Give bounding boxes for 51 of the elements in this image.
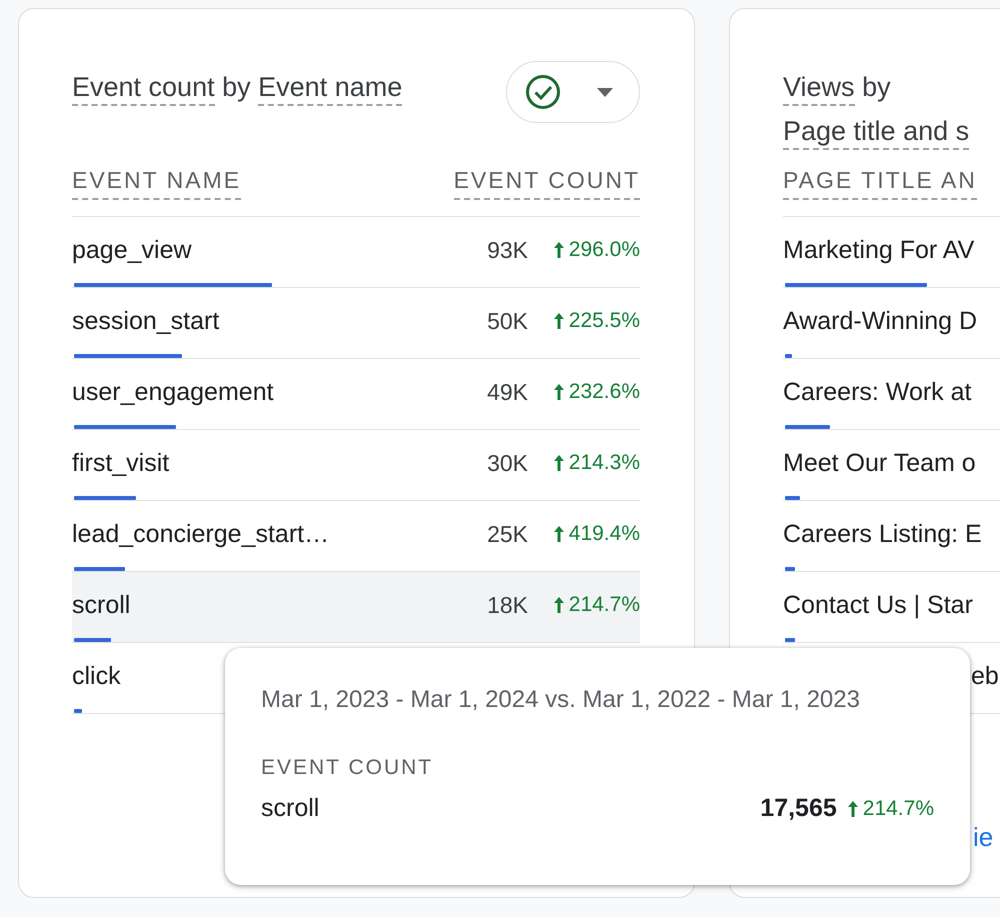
title-joiner: by [222,72,251,102]
change-value: 214.7% [528,593,640,617]
change-value: 419.4% [528,522,640,546]
arrow-up-icon [552,312,565,330]
row-label: Marketing For AV [783,236,974,264]
column-header[interactable]: EVENT NAME [72,167,242,200]
check-circle-icon [525,74,561,110]
arrow-up-icon [552,241,565,259]
row-label: Careers Listing: E [783,520,982,548]
caret-icon [597,88,613,96]
count-value: 93K [486,236,528,264]
count-value: 18K [486,592,528,618]
column-header[interactable]: PAGE TITLE AN [783,167,977,200]
arrow-up-icon [552,383,565,401]
change-value: 214.7% [846,796,934,820]
count-value: 49K [486,378,528,406]
table-row[interactable]: scroll 18K 214.7% [72,572,640,643]
arrow-up-icon [552,596,565,614]
arrow-up-icon [552,454,565,472]
change-value: 232.6% [528,380,640,404]
count-value: 50K [486,308,528,334]
change-value: 225.5% [528,309,640,333]
arrow-up-icon [846,800,859,818]
row-label: Meet Our Team o [783,448,976,478]
count-value: 30K [486,450,528,476]
column-header[interactable]: EVENT COUNT [454,167,640,200]
row-label: eb [971,662,999,690]
metric-label[interactable]: Views [783,72,855,106]
title-joiner: by [862,72,891,102]
metric-label[interactable]: Event count [72,72,215,106]
row-label: page_view [72,236,192,264]
row-label: scroll [72,590,130,620]
row-label: lead_concierge_start… [72,520,330,548]
row-label: session_start [72,306,220,336]
dimension-label[interactable]: Page title and s [783,116,970,150]
row-label: user_engagement [72,378,274,406]
dimension-label[interactable]: Event name [258,72,402,106]
row-label: first_visit [72,448,170,478]
count-value: 17,565 [760,794,837,823]
event-label: scroll [261,794,320,823]
arrow-up-icon [552,525,565,543]
count-value: 25K [486,520,528,548]
change-value: 214.3% [528,451,640,475]
view-link[interactable]: ie [973,822,994,853]
date-range: Mar 1, 2023 - Mar 1, 2024 vs. Mar 1, 2022 - Mar 1, 2023 [261,686,861,714]
row-label: Award-Winning D [783,306,978,336]
metric-label: EVENT COUNT [261,756,434,780]
change-value: 296.0% [528,238,640,262]
row-label: click [72,662,121,690]
row-label: Contact Us | Star [783,590,973,620]
row-label: Careers: Work at [783,378,972,406]
